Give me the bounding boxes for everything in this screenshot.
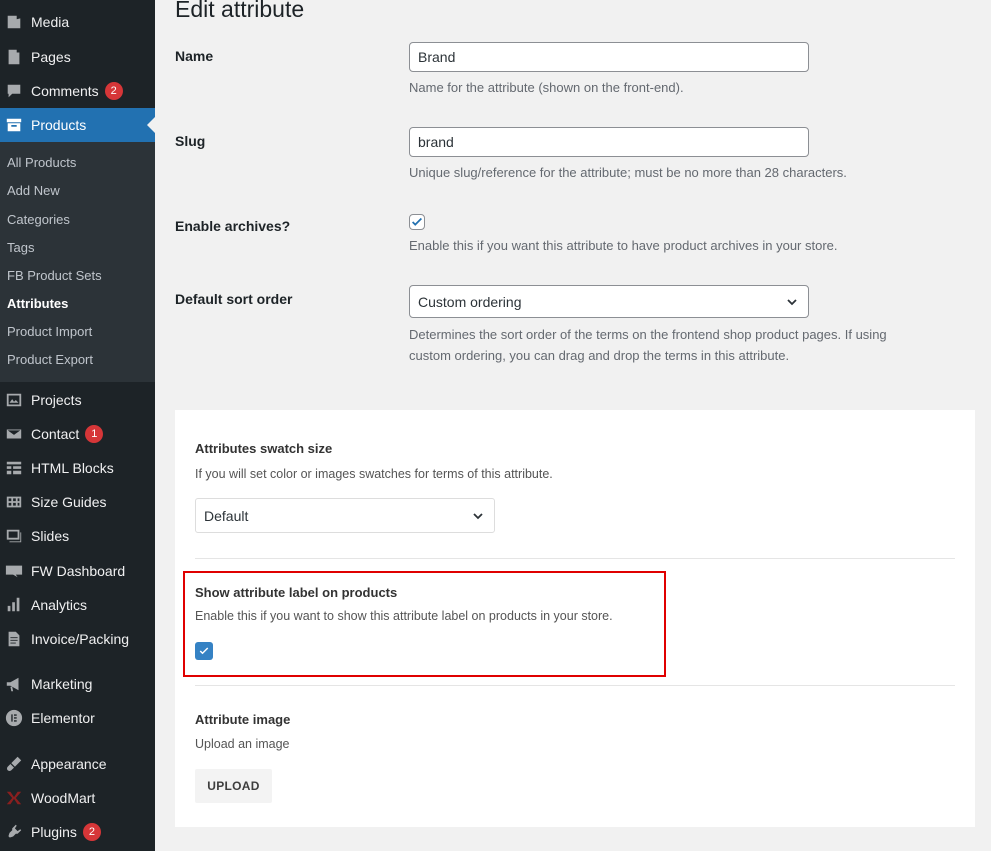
page-title: Edit attribute xyxy=(175,0,305,22)
menu-label: Comments xyxy=(31,83,99,99)
contact-count-badge: 1 xyxy=(85,425,104,443)
menu-label: Invoice/Packing xyxy=(31,631,130,647)
invoice-icon xyxy=(4,629,24,649)
attribute-image-description: Upload an image xyxy=(195,737,290,751)
menu-item-products[interactable]: Products xyxy=(0,108,155,142)
submenu-add-new[interactable]: Add New xyxy=(7,183,60,198)
sort-order-value: Custom ordering xyxy=(418,293,522,310)
menu-item-size-guides[interactable]: Size Guides xyxy=(0,485,155,519)
slug-description: Unique slug/reference for the attribute;… xyxy=(409,165,847,180)
show-label-title: Show attribute label on products xyxy=(195,585,398,600)
enable-archives-checkbox[interactable] xyxy=(409,214,425,230)
sort-order-description: Determines the sort order of the terms o… xyxy=(409,324,949,366)
comments-count-badge: 2 xyxy=(104,82,123,100)
name-description: Name for the attribute (shown on the fro… xyxy=(409,80,684,95)
sort-order-select[interactable]: Custom ordering xyxy=(409,285,809,318)
woo-icon xyxy=(4,561,24,581)
pages-icon xyxy=(4,47,24,67)
menu-item-woodmart[interactable]: WoodMart xyxy=(0,781,155,815)
comments-icon xyxy=(4,81,24,101)
menu-item-invoice-packing[interactable]: Invoice/Packing xyxy=(0,622,155,656)
divider xyxy=(195,558,955,559)
menu-item-elementor[interactable]: Elementor xyxy=(0,701,155,735)
menu-item-media[interactable]: Media xyxy=(0,5,155,39)
show-label-checkbox[interactable] xyxy=(195,642,213,660)
menu-label: Projects xyxy=(31,392,82,408)
name-label: Name xyxy=(175,48,214,64)
menu-label: WoodMart xyxy=(31,790,96,806)
analytics-icon xyxy=(4,595,24,615)
name-input[interactable] xyxy=(409,42,809,72)
swatch-size-select[interactable]: Default xyxy=(195,498,495,533)
size-guides-icon xyxy=(4,492,24,512)
menu-label: Contact xyxy=(31,426,80,442)
submenu-attributes[interactable]: Attributes xyxy=(7,296,68,311)
contact-icon xyxy=(4,424,24,444)
menu-label: Appearance xyxy=(31,756,107,772)
menu-item-plugins[interactable]: Plugins 2 xyxy=(0,815,155,849)
menu-item-html-blocks[interactable]: HTML Blocks xyxy=(0,451,155,485)
chevron-down-icon xyxy=(787,298,797,305)
submenu-all-products[interactable]: All Products xyxy=(7,155,76,170)
plugins-icon xyxy=(4,822,24,842)
archives-description: Enable this if you want this attribute t… xyxy=(409,238,838,253)
menu-item-marketing[interactable]: Marketing xyxy=(0,667,155,701)
menu-label: Plugins xyxy=(31,824,77,840)
menu-item-fw-dashboard[interactable]: FW Dashboard xyxy=(0,554,155,588)
menu-item-slides[interactable]: Slides xyxy=(0,519,155,553)
products-icon xyxy=(4,115,24,135)
menu-label: Slides xyxy=(31,528,70,544)
menu-label: Pages xyxy=(31,49,71,65)
woodmart-icon xyxy=(4,788,24,808)
submenu-product-import[interactable]: Product Import xyxy=(7,324,92,339)
slug-input[interactable] xyxy=(409,127,809,157)
slug-label: Slug xyxy=(175,133,206,149)
menu-label: Elementor xyxy=(31,710,95,726)
menu-item-appearance[interactable]: Appearance xyxy=(0,747,155,781)
chevron-down-icon xyxy=(473,512,483,519)
menu-label: FW Dashboard xyxy=(31,563,126,579)
sort-desc-line-2: custom ordering, you can drag and drop t… xyxy=(409,348,790,363)
appearance-icon xyxy=(4,754,24,774)
html-blocks-icon xyxy=(4,458,24,478)
admin-sidebar: Media Pages Comments 2 Products All Prod… xyxy=(0,0,155,851)
menu-item-projects[interactable]: Projects xyxy=(0,383,155,417)
menu-item-contact[interactable]: Contact 1 xyxy=(0,417,155,451)
menu-label: Size Guides xyxy=(31,494,107,510)
marketing-icon xyxy=(4,674,24,694)
products-submenu: All Products Add New Categories Tags FB … xyxy=(0,142,155,382)
checkmark-icon xyxy=(199,647,209,655)
menu-item-analytics[interactable]: Analytics xyxy=(0,588,155,622)
slides-icon xyxy=(4,526,24,546)
plugins-count-badge: 2 xyxy=(82,823,101,841)
submenu-fb-product-sets[interactable]: FB Product Sets xyxy=(7,268,102,283)
menu-label: Media xyxy=(31,14,70,30)
menu-label: Analytics xyxy=(31,597,88,613)
elementor-icon xyxy=(4,708,24,728)
sort-desc-line-1: Determines the sort order of the terms o… xyxy=(409,327,887,342)
menu-item-pages[interactable]: Pages xyxy=(0,40,155,74)
submenu-categories[interactable]: Categories xyxy=(7,212,70,227)
attribute-options-panel: Attributes swatch size If you will set c… xyxy=(175,410,975,827)
sort-order-label: Default sort order xyxy=(175,291,293,307)
submenu-tags[interactable]: Tags xyxy=(7,240,34,255)
show-label-description: Enable this if you want to show this att… xyxy=(195,609,613,623)
projects-icon xyxy=(4,390,24,410)
archives-label: Enable archives? xyxy=(175,218,291,234)
upload-button[interactable]: UPLOAD xyxy=(195,769,272,803)
menu-item-comments[interactable]: Comments 2 xyxy=(0,74,155,108)
divider xyxy=(195,685,955,686)
submenu-product-export[interactable]: Product Export xyxy=(7,352,93,367)
menu-label: Marketing xyxy=(31,676,93,692)
swatch-size-description: If you will set color or images swatches… xyxy=(195,467,553,481)
checkmark-icon xyxy=(412,217,422,226)
menu-label: Products xyxy=(31,117,87,133)
media-icon xyxy=(4,12,24,32)
swatch-size-value: Default xyxy=(204,507,249,524)
attribute-image-title: Attribute image xyxy=(195,712,291,727)
swatch-size-title: Attributes swatch size xyxy=(195,441,333,456)
menu-label: HTML Blocks xyxy=(31,460,114,476)
